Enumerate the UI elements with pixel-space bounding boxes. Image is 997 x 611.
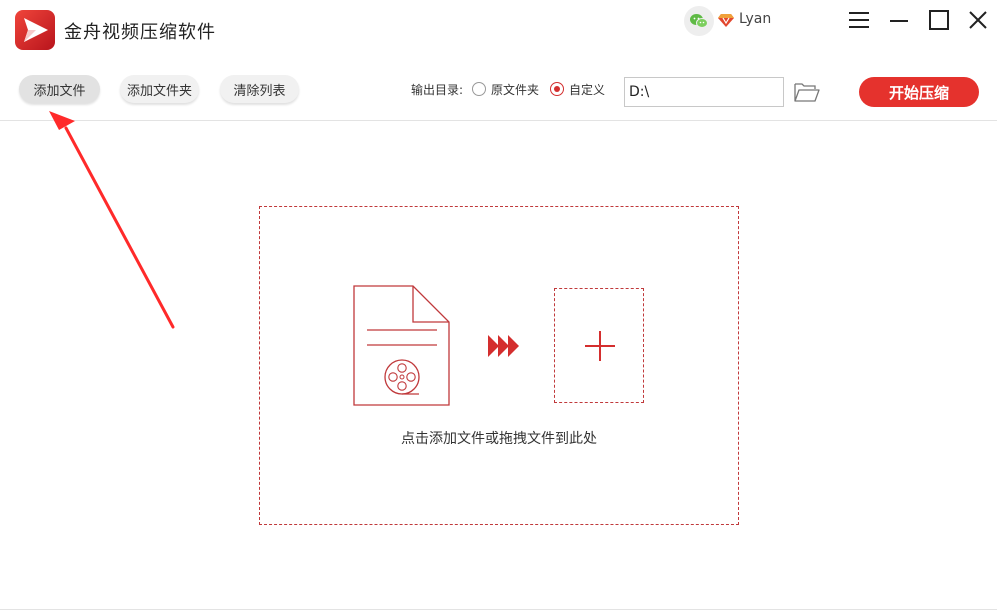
file-drop-zone[interactable]	[259, 206, 739, 525]
radio-original-folder[interactable]	[472, 82, 486, 96]
start-compress-button[interactable]: 开始压缩	[859, 77, 979, 107]
output-dir-label: 输出目录:	[411, 83, 464, 97]
video-file-icon	[353, 285, 450, 406]
add-folder-button[interactable]: 添加文件夹	[120, 75, 199, 103]
user-name[interactable]: Lyan	[739, 11, 771, 27]
add-file-button[interactable]: 添加文件	[19, 75, 100, 103]
maximize-icon[interactable]	[927, 8, 951, 32]
radio-custom[interactable]	[550, 82, 564, 96]
clear-list-button[interactable]: 清除列表	[220, 75, 299, 103]
folder-open-icon[interactable]	[793, 80, 821, 104]
close-icon[interactable]	[966, 8, 990, 32]
title-bar: 金舟视频压缩软件 Lyan	[0, 0, 997, 60]
add-file-plus-box[interactable]	[554, 288, 644, 403]
app-title: 金舟视频压缩软件	[64, 22, 216, 43]
wechat-icon[interactable]	[684, 6, 714, 36]
output-path-input[interactable]	[624, 77, 784, 107]
bottom-divider	[0, 609, 997, 610]
app-logo-icon	[15, 10, 55, 50]
radio-original-folder-label[interactable]: 原文件夹	[491, 81, 539, 98]
toolbar: 添加文件 添加文件夹 清除列表 输出目录: 原文件夹 自定义 开始压缩	[0, 60, 997, 121]
drop-zone-hint: 点击添加文件或拖拽文件到此处	[401, 431, 597, 447]
vip-diamond-icon	[718, 14, 734, 27]
menu-icon[interactable]	[847, 8, 871, 32]
radio-custom-label[interactable]: 自定义	[569, 81, 605, 98]
forward-arrows-icon	[488, 335, 519, 357]
minimize-icon[interactable]	[887, 8, 911, 32]
plus-icon	[585, 331, 615, 361]
